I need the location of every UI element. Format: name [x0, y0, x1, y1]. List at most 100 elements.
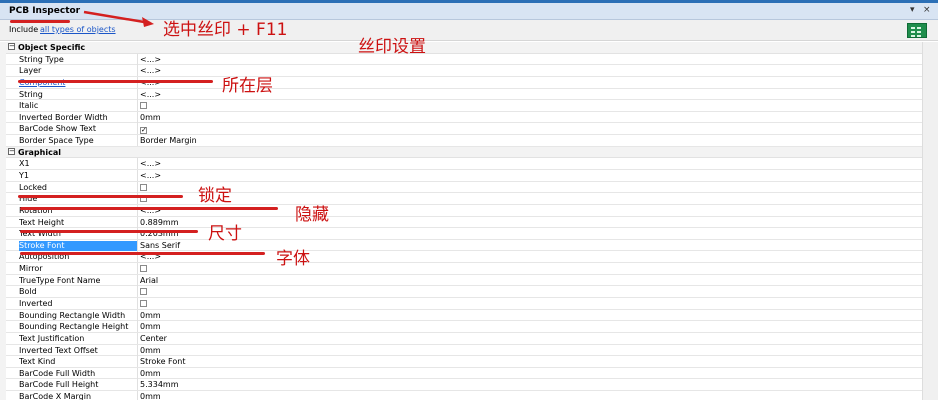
column-divider	[137, 88, 138, 100]
column-divider	[137, 332, 138, 344]
property-row[interactable]: BarCode Full Width 0mm	[6, 367, 922, 380]
property-row[interactable]: Text Kind Stroke Font	[6, 356, 922, 368]
property-grid: − Object Specific String Type <...> Layer <..…	[6, 42, 922, 400]
property-name: Locked	[19, 182, 47, 192]
property-row[interactable]: Bold	[6, 286, 922, 298]
property-checkbox[interactable]	[140, 287, 147, 296]
property-value[interactable]: 5.334mm	[140, 380, 179, 389]
property-name: Border Space Type	[19, 136, 94, 146]
property-row[interactable]: String <...>	[6, 88, 922, 101]
annotation-underline-hide	[20, 207, 278, 210]
property-row[interactable]: Stroke Font Sans Serif	[6, 239, 922, 252]
property-name: Inverted Text Offset	[19, 345, 98, 355]
column-divider	[137, 344, 138, 356]
property-row[interactable]: Inverted Text Offset 0mm	[6, 344, 922, 357]
checkmark-icon[interactable]: ✓	[140, 127, 147, 135]
property-row[interactable]: Italic	[6, 100, 922, 112]
property-name: BarCode Full Height	[19, 380, 99, 390]
property-name: Italic	[19, 101, 39, 111]
property-checkbox[interactable]	[140, 264, 147, 273]
checkbox-empty-icon[interactable]	[140, 300, 147, 307]
include-label: Include	[9, 25, 39, 34]
column-divider	[137, 216, 138, 228]
column-divider	[137, 263, 138, 275]
column-divider	[137, 169, 138, 181]
property-value[interactable]: 0mm	[140, 311, 161, 320]
collapse-toggle-icon[interactable]: −	[8, 147, 15, 155]
property-row[interactable]: BarCode Full Height 5.334mm	[6, 379, 922, 392]
property-row[interactable]: Text Justification Center	[6, 332, 922, 345]
property-checkbox[interactable]	[140, 183, 147, 192]
checkbox-empty-icon[interactable]	[140, 265, 147, 273]
property-row[interactable]: Bounding Rectangle Width 0mm	[6, 309, 922, 322]
property-row[interactable]: Inverted	[6, 298, 922, 310]
checkbox-empty-icon[interactable]	[140, 102, 147, 110]
property-value[interactable]: 0mm	[140, 346, 161, 355]
vertical-scrollbar[interactable]	[922, 42, 938, 400]
property-row[interactable]: String Type <...>	[6, 53, 922, 66]
column-divider	[137, 135, 138, 147]
property-value[interactable]: Border Margin	[140, 136, 197, 145]
property-checkbox[interactable]	[140, 101, 147, 110]
property-row[interactable]: Inverted Border Width 0mm	[6, 111, 922, 124]
collapse-toggle-icon[interactable]: −	[8, 43, 15, 50]
column-divider	[137, 123, 138, 135]
property-row[interactable]: BarCode Show Text ✓	[6, 123, 922, 136]
filter-icon[interactable]	[907, 23, 927, 38]
property-name: TrueType Font Name	[19, 275, 101, 285]
property-value[interactable]: Sans Serif	[140, 241, 180, 250]
annotation-underline-title	[10, 20, 70, 23]
property-checkbox[interactable]: ✓	[140, 124, 147, 135]
property-row[interactable]: Y1 <...>	[6, 169, 922, 182]
section-header[interactable]: − Object Specific	[6, 42, 922, 54]
property-value[interactable]: <...>	[140, 90, 161, 99]
property-value[interactable]: <...>	[140, 66, 161, 75]
property-row[interactable]: Text Height 0.889mm	[6, 216, 922, 229]
property-row[interactable]: Mirror	[6, 263, 922, 275]
column-divider	[137, 274, 138, 286]
annotation-layer-note: 所在层	[222, 76, 273, 96]
property-value[interactable]: 0.889mm	[140, 218, 179, 227]
property-checkbox[interactable]	[140, 299, 147, 308]
section-title: Graphical	[18, 147, 61, 157]
property-value[interactable]: 0mm	[140, 113, 161, 122]
column-divider	[137, 309, 138, 321]
section-header[interactable]: − Graphical	[6, 146, 922, 159]
property-row[interactable]: BarCode X Margin 0mm	[6, 391, 922, 400]
column-divider	[137, 158, 138, 170]
property-value[interactable]: <...>	[140, 171, 161, 180]
panel-menu-icon[interactable]: ▾	[910, 5, 915, 15]
property-value[interactable]: <...>	[140, 55, 161, 64]
close-icon[interactable]: ×	[923, 5, 931, 15]
property-value[interactable]: Center	[140, 334, 167, 343]
property-row[interactable]: Bounding Rectangle Height 0mm	[6, 321, 922, 333]
property-row[interactable]: Locked	[6, 181, 922, 194]
property-value[interactable]: 0mm	[140, 392, 161, 400]
annotation-hide-note: 隐藏	[295, 205, 329, 225]
annotation-underline-layer	[18, 80, 213, 83]
property-value[interactable]: <...>	[140, 159, 161, 168]
property-row[interactable]: TrueType Font Name Arial	[6, 274, 922, 287]
property-name: BarCode Show Text	[19, 124, 97, 134]
property-row[interactable]: Layer <...>	[6, 65, 922, 77]
property-value[interactable]: Stroke Font	[140, 357, 185, 366]
property-name: Bold	[19, 287, 37, 297]
annotation-size-note: 尺寸	[208, 224, 242, 244]
property-value[interactable]: 0mm	[140, 322, 161, 331]
annotation-silk-settings: 丝印设置	[358, 37, 426, 57]
annotation-lock-note: 锁定	[198, 186, 232, 206]
property-value[interactable]: 0mm	[140, 369, 161, 378]
property-row[interactable]: X1 <...>	[6, 158, 922, 170]
property-value[interactable]: Arial	[140, 276, 158, 285]
property-name: Mirror	[19, 264, 43, 274]
property-row[interactable]: Border Space Type Border Margin	[6, 135, 922, 147]
annotation-underline-size	[20, 230, 198, 233]
property-name: Inverted Border Width	[19, 112, 108, 122]
panel-title: PCB Inspector	[9, 6, 81, 16]
property-name: BarCode Full Width	[19, 368, 96, 378]
section-title: Object Specific	[18, 43, 86, 52]
column-divider	[137, 367, 138, 379]
checkbox-empty-icon[interactable]	[140, 183, 147, 191]
property-name: Text Height	[19, 217, 65, 227]
checkbox-empty-icon[interactable]	[140, 288, 147, 296]
